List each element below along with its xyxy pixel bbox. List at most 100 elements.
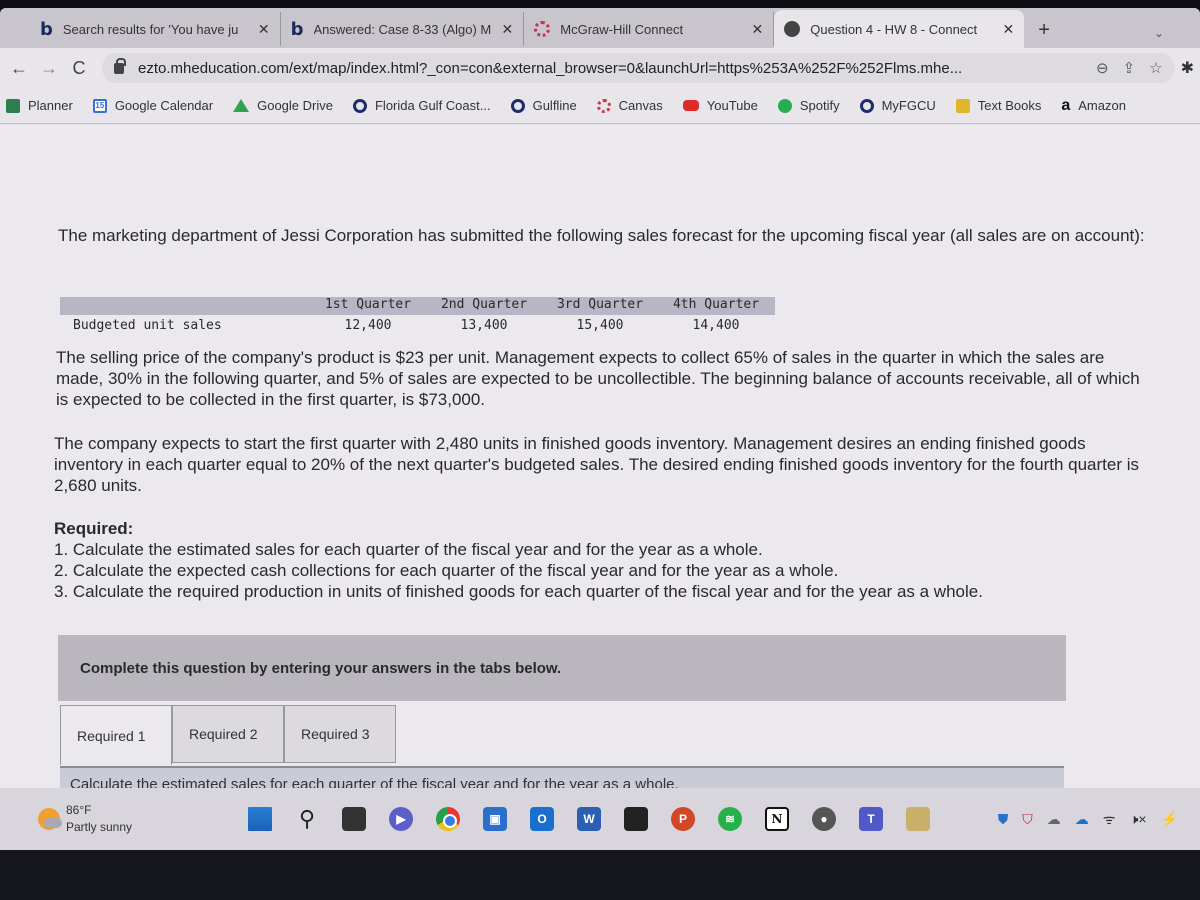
bookmark-label: Amazon [1078, 98, 1126, 113]
amazon-icon: a [1061, 96, 1071, 114]
battery-icon[interactable]: ⚡ [1161, 811, 1178, 828]
chrome-icon[interactable] [436, 807, 460, 831]
back-button[interactable]: ← [4, 58, 34, 79]
tab-strip: b Search results for 'You have ju ✕ b An… [0, 8, 1200, 48]
bookmark-myfgcu[interactable]: MyFGCU [859, 98, 936, 113]
word-icon[interactable]: W [577, 807, 601, 831]
required-item-1: 1. Calculate the estimated sales for eac… [54, 540, 763, 559]
bookmark-planner[interactable]: Planner [6, 98, 73, 113]
bookmark-label: Florida Gulf Coast... [374, 98, 491, 113]
tab-required-2[interactable]: Required 2 [172, 705, 284, 763]
bookmark-label: Planner [28, 98, 73, 113]
tab-required-1[interactable]: Required 1 [60, 705, 172, 765]
money-app-icon[interactable] [906, 807, 930, 831]
complete-instruction-banner: Complete this question by entering your … [58, 635, 1066, 701]
teams-meet-icon[interactable]: ▶ [389, 807, 413, 831]
tab-required-3[interactable]: Required 3 [284, 705, 396, 763]
weather-temp: 86°F [66, 803, 92, 817]
bookmark-canvas[interactable]: Canvas [596, 98, 663, 113]
onedrive-icon[interactable]: ☁ [1075, 811, 1089, 828]
required-tabs: Required 1 Required 2 Required 3 [60, 705, 396, 765]
bookmark-label: YouTube [706, 98, 758, 113]
weather-widget[interactable]: 86°F Partly sunny [38, 802, 208, 836]
windows-taskbar: 86°F Partly sunny ⚲ ▶ ▣ O W P ≋ N ● T ⛊ … [0, 788, 1200, 850]
address-bar[interactable]: ezto.mheducation.com/ext/map/index.html?… [102, 53, 1175, 83]
wifi-icon[interactable]: ᯤ [1103, 810, 1116, 829]
weather-condition: Partly sunny [66, 820, 133, 834]
partly-sunny-icon [38, 808, 62, 830]
laptop-bezel [0, 850, 1200, 900]
bookmark-google-calendar[interactable]: 15 Google Calendar [92, 98, 213, 113]
bookmark-florida-gulf-coast[interactable]: Florida Gulf Coast... [352, 98, 491, 113]
bookmark-gulfline[interactable]: Gulfline [510, 98, 577, 113]
sticky-notes-icon[interactable] [624, 807, 648, 831]
system-tray: ⛊ ⛉ ☁ ☁ ᯤ 🕨× ⚡ [984, 810, 1178, 829]
new-tab-button[interactable]: + [1038, 19, 1050, 42]
share-icon[interactable]: ⇪ [1123, 59, 1136, 77]
tab-label: McGraw-Hill Connect [560, 21, 684, 37]
tab-bing-search[interactable]: b Search results for 'You have ju ✕ [30, 12, 281, 46]
tab-label: Answered: Case 8-33 (Algo) M [313, 21, 492, 37]
spotify-icon[interactable]: ≋ [718, 807, 742, 831]
fgcu-icon [859, 98, 874, 113]
required-title: Required: [54, 519, 134, 538]
bookmark-amazon[interactable]: a Amazon [1061, 97, 1126, 115]
globe-icon [784, 21, 801, 37]
cell-q4: 14,400 [692, 317, 740, 333]
close-tab-icon[interactable]: ✕ [1003, 21, 1015, 38]
bookmark-label: Canvas [618, 98, 663, 113]
tab-mcgraw-hill[interactable]: McGraw-Hill Connect ✕ [524, 12, 775, 46]
google-drive-icon [233, 99, 250, 112]
google-calendar-icon: 15 [92, 98, 107, 113]
youtube-icon [682, 100, 699, 111]
search-icon[interactable]: ⚲ [295, 806, 319, 831]
settings-icon[interactable]: ● [812, 807, 836, 831]
bookmark-spotify[interactable]: Spotify [777, 98, 840, 113]
required-item-3: 3. Calculate the required production in … [54, 582, 983, 601]
teams-icon[interactable]: T [859, 807, 883, 831]
fgcu-icon [352, 98, 367, 113]
table-header-row: 1st Quarter 2nd Quarter 3rd Quarter 4th … [60, 297, 775, 315]
close-tab-icon[interactable]: ✕ [752, 21, 764, 38]
zoom-icon[interactable]: ⊖ [1096, 59, 1109, 77]
bookmark-star-icon[interactable]: ☆ [1149, 59, 1162, 77]
forward-button[interactable]: → [34, 58, 64, 79]
notion-icon[interactable]: N [765, 807, 789, 831]
tab-label: Search results for 'You have ju [62, 21, 239, 37]
row-label: Budgeted unit sales [73, 317, 222, 333]
close-tab-icon[interactable]: ✕ [258, 21, 270, 38]
bing-icon: b [40, 18, 53, 40]
bookmark-text-books[interactable]: Text Books [955, 98, 1042, 113]
defender-warning-icon[interactable]: ⛊ [998, 811, 1009, 828]
close-tab-icon[interactable]: ✕ [502, 21, 514, 38]
cloud-icon[interactable]: ☁ [1047, 811, 1061, 828]
bookmark-label: MyFGCU [881, 98, 936, 113]
tab-answered-case[interactable]: b Answered: Case 8-33 (Algo) M ✕ [281, 12, 525, 46]
question-intro: The marketing department of Jessi Corpor… [58, 226, 1145, 245]
volume-muted-icon[interactable]: 🕨× [1130, 811, 1147, 828]
text-books-icon [955, 98, 970, 113]
url-text[interactable]: ezto.mheducation.com/ext/map/index.html?… [138, 60, 1082, 77]
fgcu-icon [510, 98, 525, 113]
powerpoint-icon[interactable]: P [671, 807, 695, 831]
header-q3: 3rd Quarter [556, 297, 644, 312]
task-view-icon[interactable] [342, 807, 366, 831]
windows-start-icon[interactable] [248, 807, 272, 831]
bookmark-youtube[interactable]: YouTube [682, 98, 758, 113]
lock-icon[interactable] [114, 57, 126, 74]
reload-button[interactable]: C [64, 58, 94, 79]
bookmark-label: Text Books [977, 98, 1042, 113]
tab-question-4[interactable]: Question 4 - HW 8 - Connect ✕ [774, 10, 1025, 48]
budgeted-unit-sales-table: 1st Quarter 2nd Quarter 3rd Quarter 4th … [60, 297, 775, 335]
phone-link-icon[interactable]: ▣ [483, 807, 507, 831]
table-row: Budgeted unit sales 12,400 13,400 15,400… [60, 315, 775, 335]
tab-search-dropdown-icon[interactable]: ⌄ [1154, 26, 1164, 40]
extensions-icon[interactable]: ✱ [1181, 58, 1194, 78]
bookmark-google-drive[interactable]: Google Drive [233, 98, 333, 113]
mcafee-icon[interactable]: ⛉ [1022, 811, 1033, 828]
planner-icon [6, 98, 20, 113]
cell-q3: 15,400 [576, 317, 624, 333]
bookmark-label: Spotify [799, 98, 840, 113]
browser-window: b Search results for 'You have ju ✕ b An… [0, 8, 1200, 850]
outlook-icon[interactable]: O [530, 807, 554, 831]
